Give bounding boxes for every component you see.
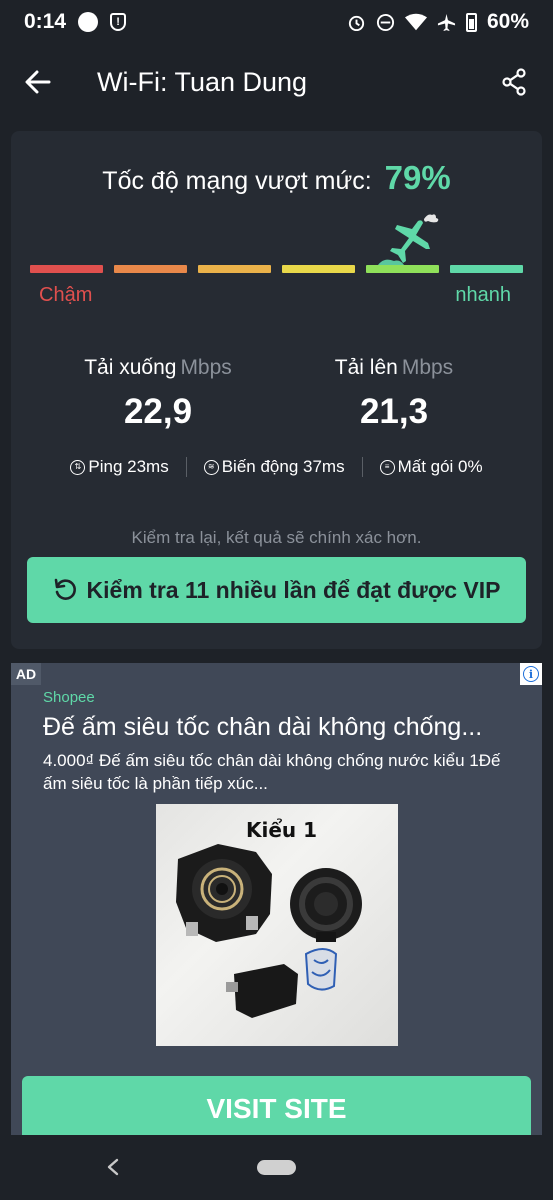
upload-label: Tải lên [334, 356, 398, 379]
speed-scale-segment [366, 265, 439, 273]
page-title: Wi-Fi: Tuan Dung [97, 66, 308, 97]
speed-scale-segment [282, 265, 355, 273]
stats-row: ⇅ Ping 23ms ≋ Biến động 37ms ≡ Mất gói 0… [11, 457, 542, 477]
download-label-row: Tải xuống Mbps [58, 356, 258, 380]
arrow-left-icon [25, 70, 51, 94]
slow-label: Chậm [39, 284, 93, 306]
packet-loss-icon: ≡ [379, 459, 395, 475]
circle-icon [78, 12, 99, 32]
visit-site-button[interactable]: VISIT SITE [22, 1076, 531, 1135]
kettle-base-illustration [176, 844, 362, 1018]
download-label: Tải xuống [84, 356, 177, 379]
ping-text: Ping 23ms [88, 457, 169, 476]
retest-vip-label: Kiểm tra 11 nhiều lần để đạt được VIP [86, 576, 501, 603]
back-button[interactable] [22, 66, 54, 98]
dnd-icon [376, 13, 395, 31]
info-icon: i [523, 666, 539, 682]
ping-stat: ⇅ Ping 23ms [70, 457, 169, 477]
upload-value: 21,3 [359, 392, 429, 431]
speed-scale [30, 265, 525, 275]
battery-icon [465, 12, 477, 32]
alarm-icon [348, 15, 365, 31]
speed-scale-segment [450, 265, 523, 273]
share-button[interactable] [501, 68, 529, 96]
ad-badge: AD [11, 663, 41, 685]
ad-advertiser[interactable]: Shopee [43, 689, 95, 706]
ad-body: 4.000₫ Đế ấm siêu tốc chân dài không chố… [43, 751, 501, 793]
speed-scale-segment [198, 265, 271, 273]
refresh-icon [54, 578, 76, 600]
ping-icon: ⇅ [70, 459, 86, 475]
airplane-icon [437, 13, 456, 31]
upload-label-row: Tải lên Mbps [294, 356, 494, 380]
chevron-left-icon [107, 1158, 119, 1176]
fast-label: nhanh [455, 284, 511, 306]
speed-scale-segment [114, 265, 187, 273]
nav-back-button[interactable] [101, 1155, 125, 1179]
exceed-percent: 79% [384, 159, 451, 196]
exceed-row: Tốc độ mạng vượt mức: 79% [11, 159, 542, 197]
ad-info-button[interactable]: i [520, 663, 542, 685]
app-bar: Wi-Fi: Tuan Dung [0, 52, 553, 112]
speed-scale-segment [30, 265, 103, 273]
battery-percent: 60% [486, 10, 529, 33]
ad-product-image[interactable]: Kiểu 1 [156, 804, 398, 1046]
speed-result-card: Tốc độ mạng vượt mức: 79% Chậm nhanh Tải… [11, 131, 542, 649]
system-nav-bar [0, 1135, 553, 1200]
download-unit: Mbps [180, 356, 232, 379]
ad-card[interactable]: AD i Shopee Đế ấm siêu tốc chân dài khôn… [11, 663, 542, 1135]
retest-vip-button[interactable]: Kiểm tra 11 nhiều lần để đạt được VIP [27, 557, 526, 623]
packet-loss-text: Mất gói 0% [397, 457, 483, 476]
jitter-text: Biến động 37ms [221, 457, 345, 476]
share-icon [502, 68, 526, 96]
exceed-label: Tốc độ mạng vượt mức: [102, 167, 372, 195]
status-time: 0:14 [24, 10, 67, 33]
retest-note: Kiểm tra lại, kết quả sẽ chính xác hơn. [131, 528, 422, 547]
download-value: 22,9 [123, 392, 193, 431]
jitter-icon: ≋ [203, 459, 219, 475]
upload-unit: Mbps [401, 356, 454, 379]
wifi-icon [404, 13, 427, 31]
status-bar: 0:14 ! 60% [0, 0, 553, 44]
jitter-stat: ≋ Biến động 37ms [203, 457, 345, 477]
upload-metric: Tải lên Mbps 21,3 [294, 356, 494, 432]
divider [185, 457, 187, 477]
ad-headline[interactable]: Đế ấm siêu tốc chân dài không chống... [43, 713, 533, 742]
shield-alert-icon: ! [110, 13, 127, 31]
download-metric: Tải xuống Mbps 22,9 [58, 356, 258, 432]
airplane-icon [378, 214, 439, 265]
nav-home-pill[interactable] [257, 1160, 296, 1175]
divider [361, 457, 363, 477]
packet-loss-stat: ≡ Mất gói 0% [379, 457, 483, 477]
